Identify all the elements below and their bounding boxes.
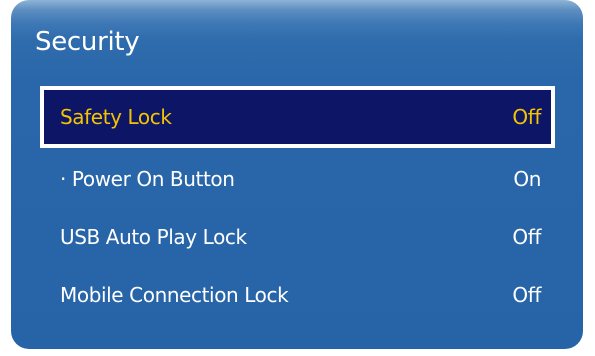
menu-item-safety-lock[interactable]: Safety Lock Off xyxy=(40,86,555,148)
menu-item-label: USB Auto Play Lock xyxy=(60,225,247,249)
menu-item-label: Safety Lock xyxy=(60,105,172,129)
menu-item-value: Off xyxy=(512,105,541,129)
menu-item-value: Off xyxy=(512,283,541,307)
menu-item-mobile-connection-lock[interactable]: Mobile Connection Lock Off xyxy=(40,266,555,324)
menu-item-value: On xyxy=(513,167,541,191)
page-title: Security xyxy=(35,27,140,57)
security-panel: Security Safety Lock Off Power On Button… xyxy=(11,0,583,349)
menu-item-label: Power On Button xyxy=(60,167,235,191)
menu-item-label: Mobile Connection Lock xyxy=(60,283,289,307)
menu-item-value: Off xyxy=(512,225,541,249)
security-menu: Safety Lock Off Power On Button On USB A… xyxy=(40,86,555,324)
menu-item-usb-auto-play-lock[interactable]: USB Auto Play Lock Off xyxy=(40,208,555,266)
menu-item-power-on-button[interactable]: Power On Button On xyxy=(40,150,555,208)
